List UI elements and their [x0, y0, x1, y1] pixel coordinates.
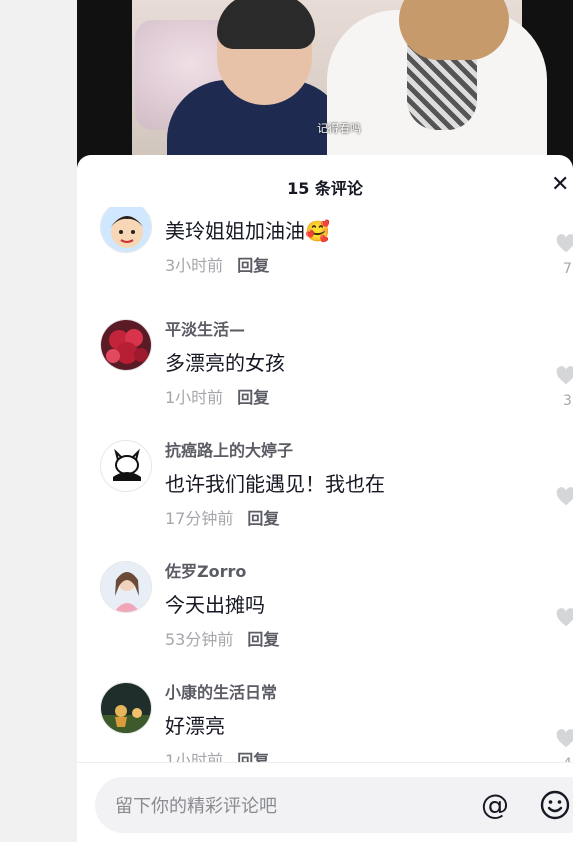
comment-meta: 1小时前 回复 [165, 750, 533, 762]
left-gutter [0, 0, 77, 842]
like-count: 7 [563, 261, 572, 277]
sheet-header: 15 条评论 ✕ [77, 155, 573, 211]
comment-author[interactable]: 佐罗Zorro [165, 561, 533, 583]
comment-author[interactable]: 平淡生活— [165, 319, 533, 341]
comment-time: 3小时前 [165, 256, 224, 275]
heart-icon [556, 234, 573, 253]
comment-meta: 17分钟前 回复 [165, 508, 533, 530]
comment-input[interactable] [113, 777, 457, 835]
avatar[interactable] [100, 319, 152, 371]
comment-time: 53分钟前 [165, 630, 234, 649]
comment-body: 抗癌路上的大婷子 也许我们能遇见！我也在 17分钟前 回复 [165, 440, 533, 530]
avatar[interactable] [100, 682, 152, 734]
reply-button[interactable]: 回复 [247, 630, 279, 649]
like-button[interactable] [555, 486, 573, 508]
heart-icon [556, 366, 573, 385]
like-button[interactable]: 4 [555, 728, 573, 762]
reply-button[interactable]: 回复 [237, 388, 269, 407]
comment-text: 多漂亮的女孩 [165, 351, 285, 375]
comment-body: 佐罗Zorro 今天出摊吗 53分钟前 回复 [165, 561, 533, 651]
at-icon[interactable]: @ [481, 789, 509, 821]
like-button[interactable]: 3 [555, 365, 573, 409]
like-button[interactable]: 7 [555, 233, 573, 277]
like-button[interactable] [555, 607, 573, 629]
comment-time: 17分钟前 [165, 509, 234, 528]
comment-text: 好漂亮 [165, 714, 225, 738]
comment-time: 1小时前 [165, 751, 224, 762]
comment-author[interactable]: · · · [165, 207, 533, 209]
comment-meta: 1小时前 回复 [165, 387, 533, 409]
like-count: 3 [563, 393, 572, 409]
comment-body: 平淡生活— 多漂亮的女孩 1小时前 回复 [165, 319, 533, 409]
sheet-title: 15 条评论 [287, 179, 363, 198]
heart-icon [556, 487, 573, 506]
close-icon[interactable]: ✕ [551, 173, 573, 197]
avatar[interactable] [100, 207, 152, 253]
comment-author[interactable]: 抗癌路上的大婷子 [165, 440, 533, 462]
comment-list[interactable]: · · · 美玲姐姐加油油🥰 3小时前回复 7 平淡生活— 多漂亮的女孩 1小时… [77, 207, 573, 762]
comment-input-pill[interactable]: @ [95, 777, 573, 835]
comment-author[interactable]: 小康的生活日常 [165, 682, 533, 704]
comment-sheet: 15 条评论 ✕ · · · 美玲姐姐加油油🥰 3小时前回复 7 平淡生活— [77, 155, 573, 842]
comment-text: 今天出摊吗 [165, 593, 265, 617]
comment-body: · · · 美玲姐姐加油油🥰 3小时前回复 [165, 207, 533, 277]
avatar[interactable] [100, 440, 152, 492]
comment-meta: 3小时前 回复 [165, 255, 533, 277]
reply-button[interactable]: 回复 [237, 751, 269, 762]
comment-text: 也许我们能遇见！我也在 [165, 472, 385, 496]
emoji-icon[interactable] [539, 789, 571, 821]
heart-icon [556, 608, 573, 627]
heart-icon [556, 729, 573, 748]
comment-text: 美玲姐姐加油油🥰 [165, 219, 330, 243]
comment-meta: 53分钟前 回复 [165, 629, 533, 651]
video-player[interactable]: 记得看吗 [77, 0, 573, 170]
video-caption: 记得看吗 [317, 122, 361, 135]
reply-button[interactable]: 回复 [237, 256, 269, 275]
avatar[interactable] [100, 561, 152, 613]
video-person-right-head [399, 0, 509, 60]
comment-time: 1小时前 [165, 388, 224, 407]
comment-body: 小康的生活日常 好漂亮 1小时前 回复 [165, 682, 533, 762]
comment-input-bar: @ [77, 762, 573, 842]
reply-button[interactable]: 回复 [247, 509, 279, 528]
video-person-left-hair [217, 0, 315, 49]
